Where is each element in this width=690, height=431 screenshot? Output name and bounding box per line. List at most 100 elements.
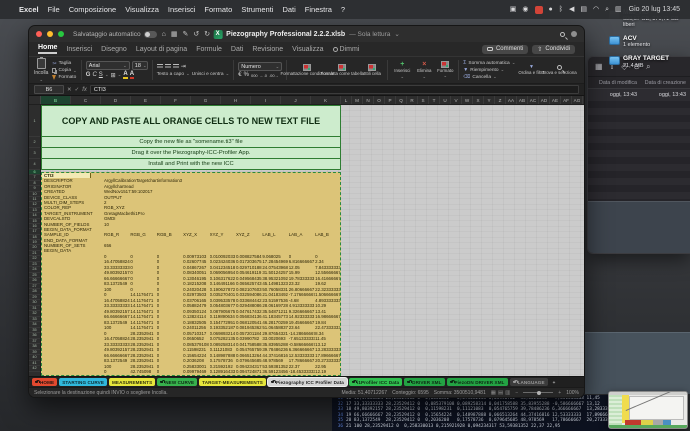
- column-header-U[interactable]: U: [440, 96, 451, 104]
- cell[interactable]: RGB_G: [130, 232, 156, 237]
- insert-function-icon[interactable]: fx: [82, 87, 87, 93]
- cell[interactable]: 0.094724871: [236, 369, 262, 375]
- row-header-1[interactable]: 1: [29, 105, 40, 137]
- share-button[interactable]: ⇧Condividi: [532, 45, 575, 54]
- column-header-V[interactable]: V: [451, 96, 462, 104]
- keyboard-icon[interactable]: ▤: [580, 6, 587, 13]
- column-header-D[interactable]: D: [101, 96, 131, 104]
- conditional-formatting-button[interactable]: Formattazione condizionale: [291, 64, 323, 77]
- cell[interactable]: 36.59123456: [262, 369, 288, 375]
- cell[interactable]: 0.128916433: [210, 369, 236, 375]
- row-header-4[interactable]: 4: [29, 159, 40, 170]
- redo-icon[interactable]: ↻: [204, 30, 210, 38]
- select-all-corner[interactable]: [29, 96, 41, 104]
- column-header-Y[interactable]: Y: [484, 96, 495, 104]
- home-icon[interactable]: ⌂: [162, 31, 166, 38]
- icon-view-icon[interactable]: ▦: [595, 62, 603, 71]
- increase-decimal-icon[interactable]: ←.0: [260, 73, 267, 78]
- instruction-cell[interactable]: COPY AND PASTE ALL ORANGE CELLS TO NEW T…: [41, 105, 341, 137]
- cell[interactable]: XYZ_Y: [210, 232, 236, 237]
- sort-filter-button[interactable]: ▼Ordina e filtra: [519, 65, 543, 76]
- cell[interactable]: 0: [104, 369, 130, 375]
- ribbon-tab-disegno[interactable]: Disegno: [101, 46, 127, 53]
- ribbon-tab-home[interactable]: Home: [38, 44, 57, 54]
- finder-column-header[interactable]: Data di modifica: [592, 80, 637, 86]
- zoom-in-icon[interactable]: +: [558, 390, 561, 396]
- cancel-entry-icon[interactable]: ✕: [67, 87, 72, 93]
- ribbon-tab-dimmi[interactable]: Dimmi: [333, 46, 360, 53]
- menubar-item-visualizza[interactable]: Visualizza: [125, 5, 159, 14]
- column-header-H[interactable]: H: [221, 96, 251, 104]
- sheet-tab-new-curve[interactable]: NEW CURVE: [157, 378, 197, 386]
- font-name-select[interactable]: Arial⌄: [86, 61, 130, 70]
- clear-button[interactable]: ⌫Cancella⌄: [463, 74, 515, 80]
- cell-styles-button[interactable]: Stili cella: [361, 64, 383, 77]
- zoom-out-icon[interactable]: −: [515, 390, 518, 396]
- menubar-item-?[interactable]: ?: [341, 5, 345, 14]
- insert-cells-button[interactable]: +Inserisci⌄: [392, 61, 412, 80]
- desktop-icon-acv[interactable]: ACV1 elemento: [609, 35, 689, 48]
- format-as-table-button[interactable]: Formatta come tabella: [326, 64, 358, 77]
- fill-color-button[interactable]: A: [123, 71, 127, 79]
- column-header-G[interactable]: G: [191, 96, 221, 104]
- menubar-item-file[interactable]: File: [48, 5, 60, 14]
- autosave-toggle[interactable]: [144, 31, 157, 38]
- column-header-O[interactable]: O: [374, 96, 385, 104]
- control-center-icon[interactable]: ▥: [615, 6, 622, 13]
- column-header-Z[interactable]: Z: [495, 96, 506, 104]
- column-header-W[interactable]: W: [462, 96, 473, 104]
- zoom-button[interactable]: [58, 31, 64, 37]
- column-header-AG[interactable]: AG: [572, 96, 583, 104]
- italic-button[interactable]: C: [92, 72, 96, 78]
- account-icon[interactable]: [571, 31, 577, 37]
- align-right-icon[interactable]: [173, 64, 179, 69]
- finder-file-row[interactable]: oggi, 13:43oggi, 13:43: [588, 89, 690, 101]
- column-header-P[interactable]: P: [385, 96, 396, 104]
- record-badge-icon[interactable]: [535, 6, 543, 14]
- cell[interactable]: LAB_B: [315, 232, 340, 237]
- cell[interactable]: 656: [104, 243, 340, 248]
- finder-column-header[interactable]: Data di creazione: [641, 80, 686, 86]
- sheet-tab-i1profiler-icc-data[interactable]: i1Profiler ICC Data: [349, 378, 402, 386]
- cell[interactable]: LAB_A: [289, 232, 315, 237]
- sheet-tab-piezography-icc-profiler-data[interactable]: Piezography ICC Profiler Data: [268, 378, 347, 386]
- comma-style-icon[interactable]: 000: [251, 73, 258, 78]
- cell[interactable]: RGB_B: [157, 232, 183, 237]
- comments-button[interactable]: Commenti: [482, 45, 528, 54]
- add-sheet-button[interactable]: +: [550, 378, 559, 386]
- sheet-tab-home[interactable]: HOME: [32, 378, 57, 386]
- menubar-item-formato[interactable]: Formato: [204, 5, 232, 14]
- formula-input[interactable]: CTI3: [90, 85, 579, 94]
- font-size-select[interactable]: 18⌄: [132, 61, 148, 70]
- sheet-tab-measurements[interactable]: MEASUREMENTS: [109, 378, 155, 386]
- autosum-button[interactable]: ΣSomma automatica⌄: [463, 60, 515, 66]
- borders-icon[interactable]: ⊞: [111, 72, 116, 79]
- pencil-icon[interactable]: ✎: [182, 30, 188, 38]
- bold-button[interactable]: G: [86, 72, 91, 78]
- column-header-B[interactable]: B: [41, 96, 71, 104]
- ribbon-tab-revisione[interactable]: Revisione: [252, 46, 283, 53]
- ribbon-tab-layout-di-pagina[interactable]: Layout di pagina: [136, 46, 187, 53]
- column-header-T[interactable]: T: [429, 96, 440, 104]
- column-header-I[interactable]: I: [251, 96, 281, 104]
- data-text-window[interactable]: 3116 16,47058824 28,23529412 0 0,0650652…: [332, 395, 640, 431]
- instruction-cell[interactable]: Copy the new file as "somename.ti3" file: [41, 137, 341, 148]
- sheet-tab-target-measurements[interactable]: TARGET-MEASUREMENTS: [199, 378, 266, 386]
- column-header-E[interactable]: E: [131, 96, 161, 104]
- sheet-tab-piezodn-driver-xml[interactable]: PiezoDN DRIVER XML: [447, 378, 508, 386]
- menubar-clock[interactable]: Gio 20 lug 13:45: [629, 6, 680, 13]
- currency-icon[interactable]: €: [238, 72, 241, 78]
- menubar-item-excel[interactable]: Excel: [19, 5, 39, 14]
- column-header-AD[interactable]: AD: [539, 96, 550, 104]
- name-box[interactable]: B6: [34, 85, 64, 94]
- normal-view-icon[interactable]: ▦: [491, 390, 496, 396]
- column-header-N[interactable]: N: [363, 96, 374, 104]
- column-header-AE[interactable]: AE: [550, 96, 561, 104]
- menubar-item-strumenti[interactable]: Strumenti: [241, 5, 273, 14]
- row-header-42[interactable]: 42: [29, 366, 40, 372]
- cut-button[interactable]: ✂Taglia: [52, 61, 76, 67]
- close-button[interactable]: [36, 31, 42, 37]
- delete-cells-button[interactable]: ×Elimina⌄: [415, 61, 433, 80]
- column-header-AB[interactable]: AB: [517, 96, 528, 104]
- column-header-Q[interactable]: Q: [396, 96, 407, 104]
